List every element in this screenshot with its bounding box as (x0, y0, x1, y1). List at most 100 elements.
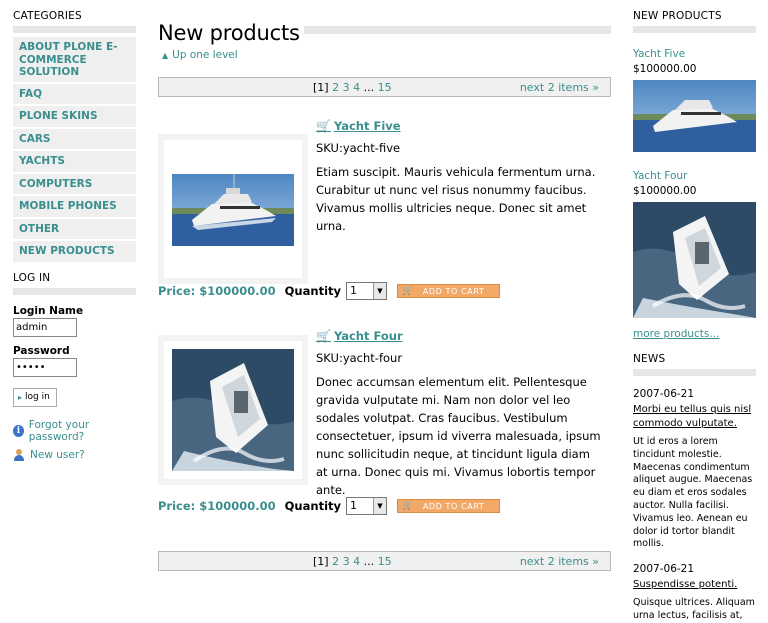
up-one-level-link[interactable]: ▲ Up one level (162, 49, 611, 61)
buy-row: Price: $100000.00 Quantity 1 ▼ 🛒 ADD TO … (158, 497, 500, 515)
title-bar (303, 26, 611, 34)
pager-page-15[interactable]: 15 (378, 555, 392, 568)
categories-list: ABOUT PLONE E-COMMERCE SOLUTION FAQ PLON… (13, 37, 136, 264)
new-product-title-link[interactable]: Yacht Five (633, 48, 756, 60)
news-body: Ut id eros a lorem tincidunt molestie. M… (633, 436, 753, 550)
pager-page-3[interactable]: 3 (343, 81, 350, 94)
quantity-value: 1 (350, 284, 357, 297)
product-thumbnail-frame (158, 335, 308, 485)
shopping-cart-icon: 🛒 (316, 329, 331, 343)
forgot-password-link[interactable]: i Forgot your password? (13, 419, 136, 443)
product-title-link[interactable]: 🛒 Yacht Five (316, 119, 401, 133)
shopping-cart-icon: 🛒 (402, 501, 414, 511)
shopping-cart-icon: 🛒 (316, 119, 331, 133)
more-products-link[interactable]: more products... (633, 328, 756, 340)
category-label: NEW PRODUCTS (19, 245, 115, 257)
product-title-link[interactable]: 🛒 Yacht Four (316, 329, 403, 343)
page-title: New products (158, 21, 300, 45)
product-description: Etiam suscipit. Mauris vehicula fermentu… (316, 165, 596, 233)
quantity-select[interactable]: 1 ▼ (346, 497, 387, 515)
category-cars[interactable]: CARS (13, 128, 136, 151)
password-input[interactable] (13, 357, 77, 377)
news-title-link[interactable]: Suspendisse potenti. (633, 578, 756, 592)
new-user-link[interactable]: New user? (13, 448, 136, 461)
add-to-cart-button[interactable]: 🛒 ADD TO CART (397, 499, 500, 513)
category-computers[interactable]: COMPUTERS (13, 173, 136, 196)
pager-current: [1] (313, 81, 329, 94)
login-button[interactable]: ▸ log in (13, 387, 57, 407)
product-thumbnail[interactable] (164, 140, 302, 278)
shopping-cart-icon: 🛒 (402, 286, 414, 296)
new-product-title-link[interactable]: Yacht Four (633, 170, 756, 182)
main-content: New products ▲ Up one level [1] 2 3 4 ..… (158, 16, 611, 571)
news-date: 2007-06-21 (633, 388, 695, 400)
add-to-cart-label: ADD TO CART (422, 286, 485, 296)
up-one-level-label[interactable]: Up one level (172, 49, 238, 61)
category-faq[interactable]: FAQ (13, 83, 136, 106)
pager-page-4[interactable]: 4 (353, 81, 360, 94)
product-sku: SKU:yacht-five (316, 141, 401, 155)
news-header: NEWS (633, 353, 756, 376)
user-icon (13, 448, 25, 461)
category-new-products[interactable]: NEW PRODUCTS (13, 241, 136, 264)
category-yachts[interactable]: YACHTS (13, 151, 136, 174)
password-label: Password (13, 344, 70, 357)
category-about[interactable]: ABOUT PLONE E-COMMERCE SOLUTION (13, 37, 136, 84)
pager-pages: [1] 2 3 4 ... 15 (313, 555, 392, 568)
login-header: LOG IN (13, 272, 136, 295)
pager-page-3[interactable]: 3 (343, 555, 350, 568)
quantity-select[interactable]: 1 ▼ (346, 282, 387, 300)
quantity-value: 1 (350, 499, 357, 512)
product-item: 🛒 Yacht Five SKU:yacht-five Etiam suscip… (158, 119, 611, 335)
yacht-five-thumbnail[interactable] (633, 80, 756, 152)
news-title-link[interactable]: Morbi eu tellus quis nisl commodo vulput… (633, 403, 756, 431)
login-portlet: LOG IN Login Name Password ▸ log in i Fo… (13, 272, 136, 461)
pager-page-2[interactable]: 2 (332, 555, 339, 568)
product-sku: SKU:yacht-four (316, 351, 403, 365)
pager-bottom: [1] 2 3 4 ... 15 next 2 items » (158, 551, 611, 571)
chevron-down-icon: ▼ (373, 498, 386, 514)
news-body: Quisque ultrices. Aliquam urna lectus, f… (633, 597, 755, 621)
pager-pages: [1] 2 3 4 ... 15 (313, 81, 392, 94)
category-label: OTHER (19, 222, 60, 235)
buy-row: Price: $100000.00 Quantity 1 ▼ 🛒 ADD TO … (158, 282, 500, 300)
product-thumbnail-frame (158, 134, 308, 284)
product-description: Donec accumsan elementum elit. Pellentes… (316, 375, 601, 497)
category-label: YACHTS (19, 155, 65, 167)
title-row: New products (158, 16, 611, 46)
category-plone-skins[interactable]: PLONE SKINS (13, 106, 136, 129)
add-to-cart-label: ADD TO CART (422, 501, 485, 511)
add-to-cart-button[interactable]: 🛒 ADD TO CART (397, 284, 500, 298)
category-label: COMPUTERS (19, 177, 93, 190)
pager-page-15[interactable]: 15 (378, 81, 392, 94)
pager-page-4[interactable]: 4 (353, 555, 360, 568)
category-label: FAQ (19, 87, 43, 100)
pager-page-2[interactable]: 2 (332, 81, 339, 94)
product-price: Price: $100000.00 (158, 284, 276, 298)
category-mobile-phones[interactable]: MOBILE PHONES (13, 196, 136, 219)
forgot-password-label[interactable]: Forgot your password? (29, 419, 136, 443)
arrow-right-icon: ▸ (18, 392, 23, 402)
pager-current: [1] (313, 555, 329, 568)
pager-next-link[interactable]: next 2 items » (520, 555, 599, 568)
yacht-four-thumbnail[interactable] (633, 202, 756, 318)
product-thumbnail[interactable] (164, 341, 302, 479)
info-icon: i (13, 424, 24, 437)
new-products-header: NEW PRODUCTS (633, 10, 756, 33)
new-product-price: $100000.00 (633, 185, 697, 197)
yacht-five-image (172, 174, 294, 246)
pager-top: [1] 2 3 4 ... 15 next 2 items » (158, 77, 611, 97)
new-user-label[interactable]: New user? (30, 449, 85, 461)
pager-next-link[interactable]: next 2 items » (520, 81, 599, 94)
category-other[interactable]: OTHER (13, 218, 136, 241)
login-button-label: log in (25, 392, 50, 402)
login-name-input[interactable] (13, 317, 77, 337)
right-column: NEW PRODUCTS Yacht Five $100000.00 Yacht… (633, 10, 756, 623)
new-product-price: $100000.00 (633, 63, 697, 75)
news-date: 2007-06-21 (633, 563, 695, 576)
pager-ellipsis: ... (363, 555, 375, 568)
category-label: CARS (19, 132, 51, 145)
caret-up-icon: ▲ (162, 50, 169, 60)
product-price: Price: $100000.00 (158, 499, 276, 513)
categories-header: CATEGORIES (13, 10, 136, 33)
